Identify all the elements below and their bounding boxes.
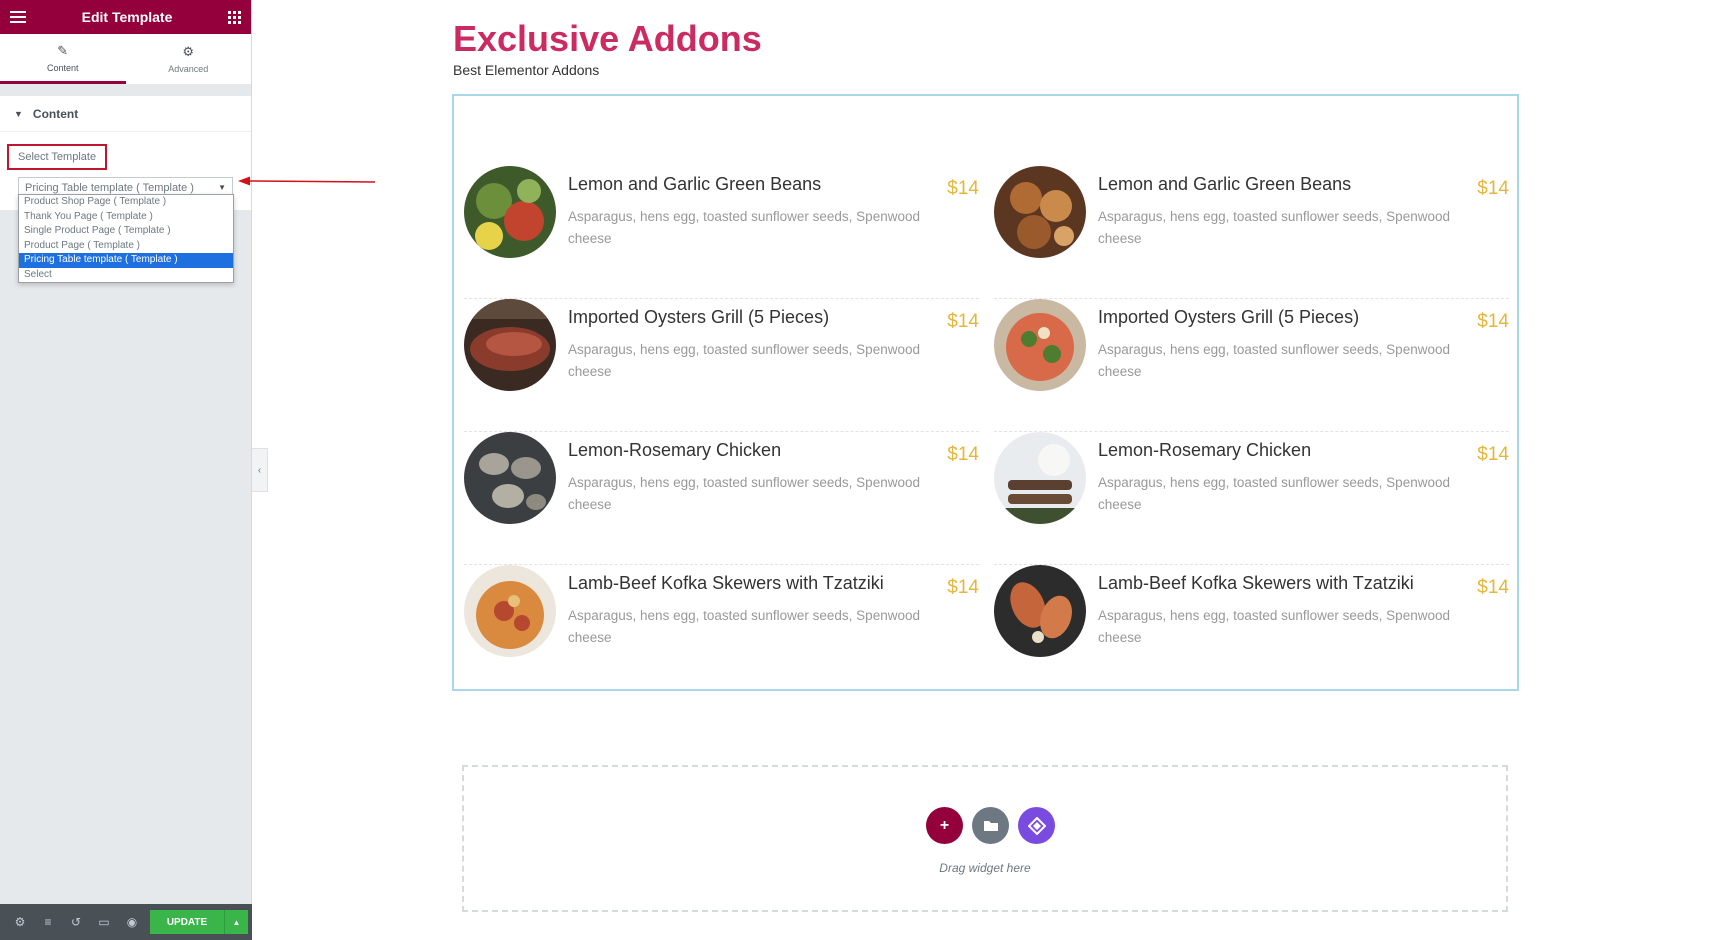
item-description: Asparagus, hens egg, toasted sunflower s… xyxy=(1098,209,1450,246)
menu-item: Lemon-Rosemary Chicken $14 Asparagus, he… xyxy=(994,432,1509,565)
dropdown-arrow-icon: ▼ xyxy=(218,183,226,192)
item-title: Lemon-Rosemary Chicken xyxy=(568,440,782,460)
menu-item: Lemon and Garlic Green Beans $14 Asparag… xyxy=(464,166,979,299)
dish-image-pasta xyxy=(464,565,556,657)
item-price: $14 xyxy=(1477,178,1509,199)
panel-tabs: ✎ Content ⚙ Advanced xyxy=(0,34,251,84)
caret-down-icon: ▼ xyxy=(14,108,23,119)
item-title: Lemon and Garlic Green Beans xyxy=(1098,174,1352,194)
item-price: $14 xyxy=(1477,311,1509,332)
item-title: Lemon-Rosemary Chicken xyxy=(1098,440,1312,460)
collapse-panel-handle[interactable]: ‹ xyxy=(252,448,268,492)
panel-header: Edit Template xyxy=(0,0,251,34)
gear-icon: ⚙ xyxy=(182,44,195,59)
item-title: Imported Oysters Grill (5 Pieces) xyxy=(1098,307,1360,327)
item-price: $14 xyxy=(947,311,979,332)
dish-image-steak xyxy=(464,299,556,391)
panel-title: Edit Template xyxy=(81,9,173,25)
exclusive-addons-button[interactable] xyxy=(1018,807,1055,844)
item-price: $14 xyxy=(947,444,979,465)
widgets-grid-icon[interactable] xyxy=(227,10,241,24)
dish-image-oysters xyxy=(464,432,556,524)
drop-zone-label: Drag widget here xyxy=(939,861,1031,875)
template-select-value: Pricing Table template ( Template ) xyxy=(25,181,194,194)
dish-image-roasted xyxy=(994,166,1086,258)
pencil-icon: ✎ xyxy=(57,42,69,58)
update-options-caret-icon[interactable]: ▲ xyxy=(224,910,248,934)
item-description: Asparagus, hens egg, toasted sunflower s… xyxy=(1098,342,1450,379)
plus-icon: + xyxy=(939,816,950,834)
item-price: $14 xyxy=(1477,444,1509,465)
item-title: Lemon and Garlic Green Beans xyxy=(568,174,822,194)
menu-item: Lemon-Rosemary Chicken $14 Asparagus, he… xyxy=(464,432,979,565)
add-template-button[interactable] xyxy=(972,807,1009,844)
item-title: Lamb-Beef Kofka Skewers with Tzatziki xyxy=(568,573,884,593)
diamond-logo-icon xyxy=(1027,816,1046,835)
drop-zone-buttons: + xyxy=(926,807,1055,844)
item-price: $14 xyxy=(1477,577,1509,598)
page-heading: Exclusive Addons xyxy=(453,18,762,59)
editor-panel: Edit Template ✎ Content ⚙ Advanced ▼ Con… xyxy=(0,0,252,940)
dish-image-salad xyxy=(994,299,1086,391)
item-title: Lamb-Beef Kofka Skewers with Tzatziki xyxy=(1098,573,1414,593)
tab-advanced-label: Advanced xyxy=(168,64,209,74)
menu-item: Lemon and Garlic Green Beans $14 Asparag… xyxy=(994,166,1509,299)
item-description: Asparagus, hens egg, toasted sunflower s… xyxy=(568,342,920,379)
drop-zone[interactable]: + Drag widget here xyxy=(462,765,1508,912)
panel-body: ▼ Content Select Template Pricing Table … xyxy=(0,96,251,210)
history-icon[interactable]: ↺ xyxy=(62,904,90,940)
option-select[interactable]: Select xyxy=(19,268,233,283)
section-content-toggle[interactable]: ▼ Content xyxy=(0,96,251,132)
item-price: $14 xyxy=(947,577,979,598)
preview-eye-icon[interactable]: ◉ xyxy=(118,904,146,940)
settings-icon[interactable]: ⚙ xyxy=(6,904,34,940)
menu-item: Imported Oysters Grill (5 Pieces) $14 As… xyxy=(464,299,979,432)
option-thank-you-page[interactable]: Thank You Page ( Template ) xyxy=(19,210,233,225)
option-single-product-page[interactable]: Single Product Page ( Template ) xyxy=(19,224,233,239)
annotation-arrow xyxy=(238,176,375,186)
select-template-label: Select Template xyxy=(7,144,108,170)
menu-grid: Lemon and Garlic Green Beans $14 Asparag… xyxy=(464,166,1509,698)
section-title: Content xyxy=(32,106,79,121)
item-description: Asparagus, hens egg, toasted sunflower s… xyxy=(568,209,920,246)
page-subheading: Best Elementor Addons xyxy=(453,62,600,78)
option-product-page[interactable]: Product Page ( Template ) xyxy=(19,239,233,254)
menu-icon[interactable] xyxy=(10,11,26,23)
item-title: Imported Oysters Grill (5 Pieces) xyxy=(568,307,830,327)
update-button[interactable]: UPDATE xyxy=(150,910,224,934)
template-options-list: Product Shop Page ( Template ) Thank You… xyxy=(18,194,234,283)
navigator-icon[interactable]: ≡ xyxy=(34,904,62,940)
add-section-button[interactable]: + xyxy=(926,807,963,844)
item-description: Asparagus, hens egg, toasted sunflower s… xyxy=(568,475,920,512)
item-description: Asparagus, hens egg, toasted sunflower s… xyxy=(1098,475,1450,512)
item-price: $14 xyxy=(947,178,979,199)
menu-item: Imported Oysters Grill (5 Pieces) $14 As… xyxy=(994,299,1509,432)
option-pricing-table-template[interactable]: Pricing Table template ( Template ) xyxy=(19,253,233,268)
dish-image-green-beans xyxy=(464,166,556,258)
tab-content[interactable]: ✎ Content xyxy=(0,34,126,84)
tab-advanced[interactable]: ⚙ Advanced xyxy=(126,34,252,84)
dish-image-skewers xyxy=(994,432,1086,524)
item-description: Asparagus, hens egg, toasted sunflower s… xyxy=(568,608,920,645)
chevron-left-icon: ‹ xyxy=(257,464,262,476)
panel-footer: ⚙ ≡ ↺ ▭ ◉ UPDATE ▲ xyxy=(0,904,252,940)
item-description: Asparagus, hens egg, toasted sunflower s… xyxy=(1098,608,1450,645)
menu-item: Lamb-Beef Kofka Skewers with Tzatziki $1… xyxy=(464,565,979,698)
responsive-icon[interactable]: ▭ xyxy=(90,904,118,940)
tab-content-label: Content xyxy=(46,62,79,73)
option-product-shop-page[interactable]: Product Shop Page ( Template ) xyxy=(19,195,233,210)
menu-pricing-table[interactable]: Lemon and Garlic Green Beans $14 Asparag… xyxy=(452,94,1519,691)
menu-item: Lamb-Beef Kofka Skewers with Tzatziki $1… xyxy=(994,565,1509,698)
dish-image-grilled-fish xyxy=(994,565,1086,657)
folder-icon xyxy=(983,821,998,831)
